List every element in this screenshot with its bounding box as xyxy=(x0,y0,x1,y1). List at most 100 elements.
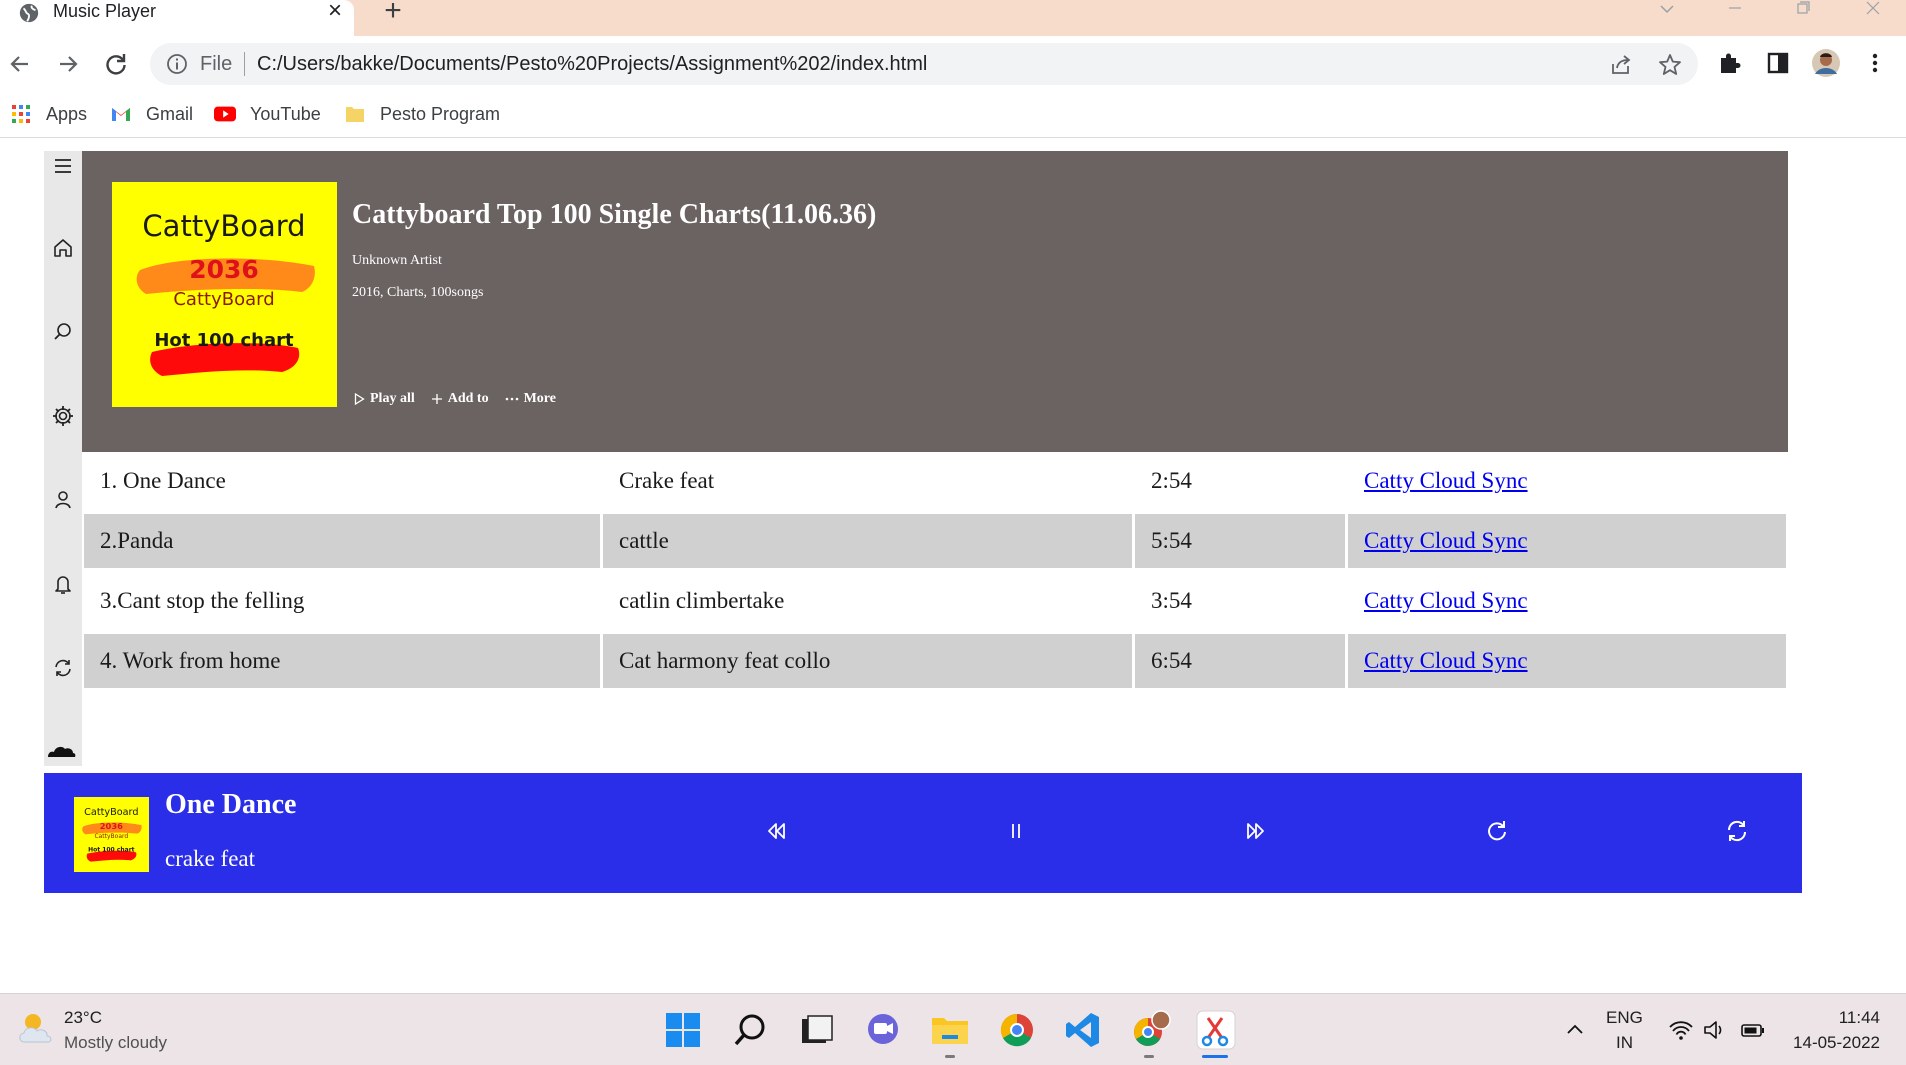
more-label: More xyxy=(523,391,556,406)
tab-close-button[interactable]: × xyxy=(322,0,348,26)
now-playing-cover: CattyBoard 2036 CattyBoard Hot 100 chart xyxy=(74,797,149,872)
track-row[interactable]: 1. One Dance Crake feat 2:54 Catty Cloud… xyxy=(82,452,1788,510)
chrome-profile-icon[interactable] xyxy=(1128,1008,1172,1052)
track-title: 1. One Dance xyxy=(100,468,226,493)
address-bar[interactable]: File C:/Users/bakke/Documents/Pesto%20Pr… xyxy=(150,43,1698,85)
mini-cover-line-4: Hot 100 chart xyxy=(88,847,135,854)
snipping-active-indicator xyxy=(1202,1055,1228,1058)
chrome-running-indicator xyxy=(1144,1055,1154,1058)
add-to-label: Add to xyxy=(447,391,489,406)
fast-forward-icon[interactable] xyxy=(1241,816,1271,846)
cloud-icon[interactable] xyxy=(46,742,76,758)
task-view-icon[interactable] xyxy=(795,1008,839,1052)
home-icon[interactable] xyxy=(50,235,76,261)
cover-line-1: CattyBoard xyxy=(142,209,305,243)
side-panel-icon[interactable] xyxy=(1763,48,1793,78)
info-icon[interactable] xyxy=(166,53,188,75)
tab-search-chevron-icon[interactable] xyxy=(1652,0,1682,22)
bookmark-apps[interactable]: Apps xyxy=(10,101,87,127)
vscode-icon[interactable] xyxy=(1061,1008,1105,1052)
tab-title: Music Player xyxy=(53,1,157,21)
track-duration: 3:54 xyxy=(1151,588,1192,613)
bookmark-gmail[interactable]: Gmail xyxy=(110,101,193,127)
url-separator xyxy=(244,52,245,76)
search-icon[interactable] xyxy=(50,319,76,345)
profile-avatar[interactable] xyxy=(1811,48,1841,78)
now-playing-artist: crake feat xyxy=(165,846,256,871)
restore-icon[interactable] xyxy=(1788,0,1818,22)
track-row[interactable]: 3.Cant stop the felling catlin climberta… xyxy=(82,572,1788,630)
add-to-button[interactable]: Add to xyxy=(431,391,489,407)
chrome-icon[interactable] xyxy=(995,1008,1039,1052)
bookmark-youtube[interactable]: YouTube xyxy=(214,101,321,127)
pause-icon[interactable] xyxy=(1001,816,1031,846)
close-window-icon[interactable] xyxy=(1858,0,1888,22)
catty-cloud-sync-link[interactable]: Catty Cloud Sync xyxy=(1364,648,1528,673)
track-artist: cattle xyxy=(603,514,1132,568)
bookmark-label: Gmail xyxy=(146,103,194,124)
track-link-cell: Catty Cloud Sync xyxy=(1348,574,1786,628)
weather-cloud-sun-icon[interactable] xyxy=(16,1010,56,1046)
teams-chat-icon[interactable] xyxy=(861,1008,905,1052)
cover-line-2: 2036 xyxy=(189,255,259,284)
more-button[interactable]: More xyxy=(505,391,556,407)
url-text[interactable]: C:/Users/bakke/Documents/Pesto%20Project… xyxy=(257,53,927,76)
volume-icon[interactable] xyxy=(1702,1018,1728,1042)
repeat-icon[interactable] xyxy=(1482,816,1512,846)
track-link-cell: Catty Cloud Sync xyxy=(1348,634,1786,688)
browser-tab[interactable]: Music Player × xyxy=(0,0,354,36)
bookmark-star-icon[interactable] xyxy=(1657,52,1683,78)
rewind-icon[interactable] xyxy=(761,816,791,846)
album-meta: 2016, Charts, 100songs xyxy=(352,285,484,300)
sync-icon[interactable] xyxy=(50,655,76,681)
minimize-icon[interactable] xyxy=(1720,0,1750,22)
bell-icon[interactable] xyxy=(50,571,76,597)
cover-line-4: Hot 100 chart xyxy=(154,330,294,351)
bookmark-label: YouTube xyxy=(250,103,321,124)
bookmark-pesto-program[interactable]: Pesto Program xyxy=(344,101,500,127)
windows-taskbar: 23°C Mostly cloudy ENG IN 11:44 14-05-20… xyxy=(0,993,1906,1065)
track-duration: 5:54 xyxy=(1135,514,1345,568)
shuffle-sync-icon[interactable] xyxy=(1722,816,1752,846)
plus-icon xyxy=(431,394,442,404)
chevron-up-icon[interactable] xyxy=(1562,1018,1588,1042)
browser-menu-icon[interactable] xyxy=(1860,48,1890,78)
catty-cloud-sync-link[interactable]: Catty Cloud Sync xyxy=(1364,588,1528,613)
track-artist: Crake feat xyxy=(619,468,715,493)
play-icon xyxy=(354,393,365,405)
track-link-cell: Catty Cloud Sync xyxy=(1348,514,1786,568)
track-title: 3.Cant stop the felling xyxy=(100,588,305,613)
gear-icon[interactable] xyxy=(50,403,76,429)
track-artist: catlin climbertake xyxy=(619,588,785,613)
windows-start-icon[interactable] xyxy=(661,1008,705,1052)
ellipsis-icon xyxy=(505,397,518,401)
share-icon[interactable] xyxy=(1608,52,1634,78)
hamburger-menu-icon[interactable] xyxy=(50,153,76,179)
browser-toolbar: File C:/Users/bakke/Documents/Pesto%20Pr… xyxy=(0,36,1906,92)
search-taskbar-icon[interactable] xyxy=(728,1008,772,1052)
bookmark-label: Pesto Program xyxy=(380,103,501,124)
track-row[interactable]: 4. Work from home Cat harmony feat collo… xyxy=(82,632,1788,690)
track-row[interactable]: 2.Panda cattle 5:54 Catty Cloud Sync xyxy=(82,512,1788,570)
battery-icon[interactable] xyxy=(1740,1018,1766,1042)
wifi-icon[interactable] xyxy=(1668,1018,1694,1042)
track-artist: Cat harmony feat collo xyxy=(603,634,1132,688)
file-explorer-icon[interactable] xyxy=(928,1008,972,1052)
now-playing-title: One Dance xyxy=(165,789,297,820)
extensions-puzzle-icon[interactable] xyxy=(1715,48,1745,78)
album-artist: Unknown Artist xyxy=(352,253,442,268)
user-icon[interactable] xyxy=(50,487,76,513)
catty-cloud-sync-link[interactable]: Catty Cloud Sync xyxy=(1364,528,1528,553)
language-indicator[interactable]: ENG xyxy=(1606,1008,1643,1028)
new-tab-button[interactable]: + xyxy=(378,0,408,30)
clock-time[interactable]: 11:44 xyxy=(1839,1008,1880,1028)
play-all-button[interactable]: Play all xyxy=(354,391,415,407)
catty-cloud-sync-link[interactable]: Catty Cloud Sync xyxy=(1364,468,1528,493)
mini-cover-line-3: CattyBoard xyxy=(94,833,128,840)
reload-icon[interactable] xyxy=(100,48,132,80)
snipping-tool-icon[interactable] xyxy=(1194,1008,1238,1052)
explorer-running-indicator xyxy=(945,1055,955,1058)
back-arrow-icon[interactable] xyxy=(4,48,36,80)
globe-icon xyxy=(19,3,39,23)
forward-arrow-icon[interactable] xyxy=(52,48,84,80)
